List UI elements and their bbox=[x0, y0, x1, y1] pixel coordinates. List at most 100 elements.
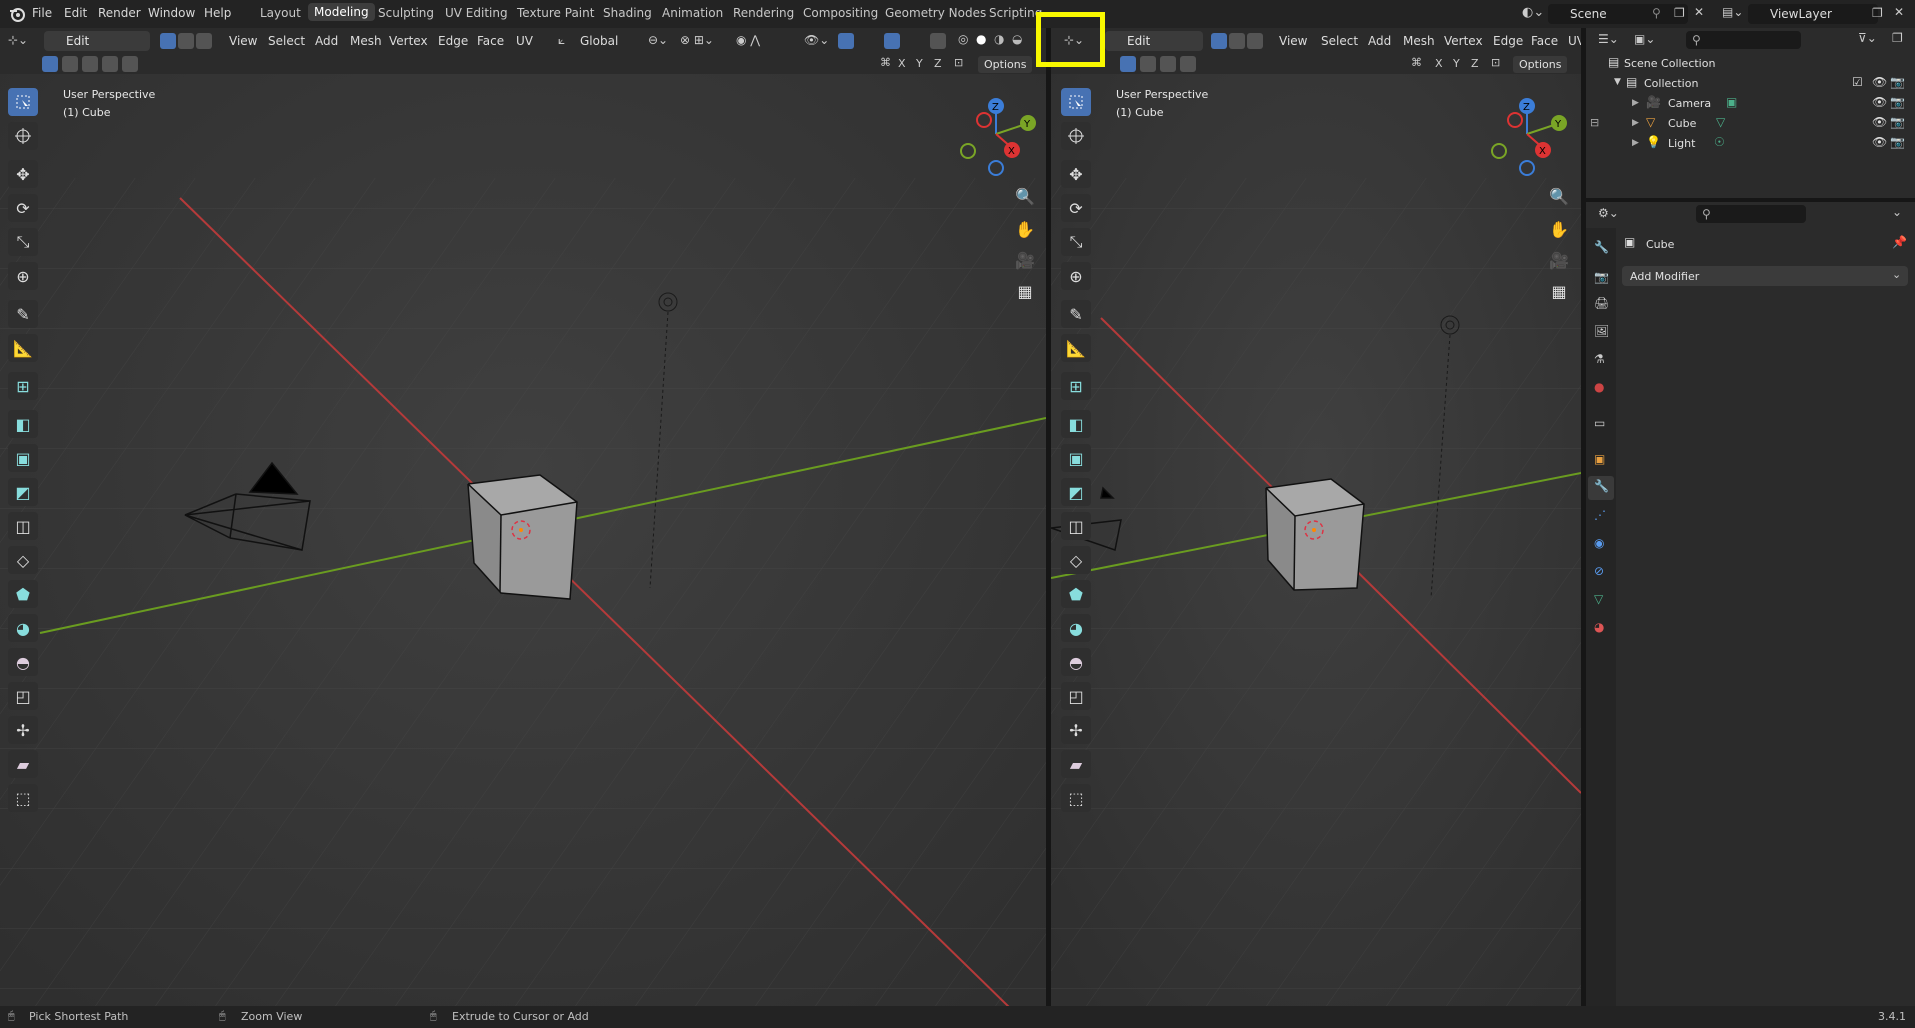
delete-view-layer-icon[interactable]: ✕ bbox=[1894, 5, 1904, 19]
camera-render-icon[interactable]: 📷 bbox=[1890, 95, 1905, 109]
mirror-z[interactable]: Z bbox=[934, 57, 942, 70]
menu-edit[interactable]: Edit bbox=[64, 6, 87, 20]
output-tab-icon[interactable]: 🖨 bbox=[1594, 296, 1609, 310]
outliner-collection[interactable]: Collection bbox=[1644, 77, 1698, 90]
shear-tool-icon[interactable]: ▰ bbox=[8, 750, 38, 778]
measure-tool-icon-right[interactable]: 📐 bbox=[1061, 334, 1091, 362]
mirror-x-right[interactable]: X bbox=[1435, 57, 1443, 70]
vertex-select-button[interactable] bbox=[160, 33, 176, 49]
rip-tool-icon-right[interactable]: ⬚ bbox=[1061, 784, 1091, 812]
menu-render[interactable]: Render bbox=[98, 6, 141, 20]
outliner-side-icon[interactable]: ⊟ bbox=[1590, 116, 1599, 129]
face-select-button[interactable] bbox=[196, 33, 212, 49]
viewport-left[interactable]: ⊹⌄ Edit Mode View Select Add Mesh Vertex… bbox=[0, 28, 1046, 1006]
inset-tool-icon-right[interactable]: ▣ bbox=[1061, 444, 1091, 472]
cube-expand-icon[interactable]: ▶ bbox=[1632, 118, 1639, 128]
annotate-tool-icon-right[interactable]: ✎ bbox=[1061, 300, 1091, 328]
navigation-gizmo-right[interactable]: Z Y X bbox=[1481, 88, 1571, 178]
rotate-tool-icon-right[interactable]: ⟳ bbox=[1061, 194, 1091, 222]
view-layer-icon[interactable]: ▤⌄ bbox=[1722, 5, 1743, 19]
move-tool-icon[interactable]: ✥ bbox=[8, 160, 38, 188]
outliner-item-light[interactable]: Light bbox=[1668, 137, 1695, 150]
knife-tool-icon[interactable]: ◇ bbox=[8, 546, 38, 574]
select-mode-intersect-button[interactable] bbox=[122, 56, 138, 72]
scale-tool-icon-right[interactable]: ⤡ bbox=[1061, 228, 1091, 256]
menu-window[interactable]: Window bbox=[148, 6, 195, 20]
proportional-edit-icon[interactable]: ◉ ⋀ bbox=[736, 33, 760, 47]
inset-tool-icon[interactable]: ▣ bbox=[8, 444, 38, 472]
menu-file[interactable]: File bbox=[32, 6, 52, 20]
tab-compositing[interactable]: Compositing bbox=[803, 6, 878, 20]
shrink-fatten-tool-icon-right[interactable]: ✢ bbox=[1061, 716, 1091, 744]
new-scene-icon[interactable]: ❐ bbox=[1674, 6, 1685, 20]
bevel-tool-icon-right[interactable]: ◩ bbox=[1061, 478, 1091, 506]
select-mode-subtract-button-right[interactable] bbox=[1160, 56, 1176, 72]
menu-help[interactable]: Help bbox=[204, 6, 231, 20]
ortho-grid-icon[interactable]: ▦ bbox=[1011, 277, 1039, 305]
outliner-search-input[interactable]: ⚲ bbox=[1686, 31, 1801, 49]
options-button-right[interactable]: Options bbox=[1513, 56, 1568, 73]
select-mode-new-button-right[interactable] bbox=[1120, 56, 1136, 72]
move-tool-icon-right[interactable]: ✥ bbox=[1061, 160, 1091, 188]
filter-icon[interactable]: ⊽⌄ bbox=[1858, 31, 1877, 45]
rip-tool-icon[interactable]: ⬚ bbox=[8, 784, 38, 812]
mirror-icon-right[interactable]: ⌘ bbox=[1411, 56, 1422, 69]
spin-tool-icon-right[interactable]: ◕ bbox=[1061, 614, 1091, 642]
scene-tab-icon[interactable]: ⚗ bbox=[1594, 352, 1605, 366]
mirror-z-right[interactable]: Z bbox=[1471, 57, 1479, 70]
edge-select-button[interactable] bbox=[178, 33, 194, 49]
collection-expand-icon[interactable]: ▼ bbox=[1614, 77, 1621, 87]
menu-face[interactable]: Face bbox=[477, 34, 504, 48]
collection-camera-icon[interactable]: 📷 bbox=[1890, 75, 1905, 89]
particles-tab-icon[interactable]: ⋰ bbox=[1594, 508, 1606, 522]
light-data-icon[interactable]: ☉ bbox=[1714, 135, 1725, 149]
menu-view[interactable]: View bbox=[229, 34, 257, 48]
select-mode-extend-button[interactable] bbox=[62, 56, 78, 72]
knife-tool-icon-right[interactable]: ◇ bbox=[1061, 546, 1091, 574]
tool-tab-icon[interactable]: 🔧 bbox=[1594, 240, 1609, 254]
constraints-tab-icon[interactable]: ⊘ bbox=[1594, 564, 1604, 578]
cube-eye-icon[interactable]: 👁 bbox=[1872, 115, 1887, 129]
physics-tab-icon[interactable]: ◉ bbox=[1594, 536, 1604, 550]
tab-uv-editing[interactable]: UV Editing bbox=[445, 6, 508, 20]
select-mode-invert-button-right[interactable] bbox=[1180, 56, 1196, 72]
transform-tool-icon[interactable]: ⊕ bbox=[8, 262, 38, 290]
menu-add-right[interactable]: Add bbox=[1368, 34, 1391, 48]
edge-select-button-right[interactable] bbox=[1229, 33, 1245, 49]
collection-tab-icon[interactable]: ▭ bbox=[1594, 416, 1605, 430]
loop-cut-tool-icon[interactable]: ◫ bbox=[8, 512, 38, 540]
camera-eye-icon[interactable]: 👁 bbox=[1872, 95, 1887, 109]
menu-edge[interactable]: Edge bbox=[438, 34, 468, 48]
edge-slide-tool-icon[interactable]: ◰ bbox=[8, 682, 38, 710]
properties-editor-icon[interactable]: ⚙⌄ bbox=[1598, 206, 1619, 220]
add-cube-tool-icon[interactable]: ⊞ bbox=[8, 372, 38, 400]
menu-add[interactable]: Add bbox=[315, 34, 338, 48]
pan-hand-icon[interactable]: ✋ bbox=[1011, 215, 1039, 243]
object-tab-icon[interactable]: ▣ bbox=[1594, 452, 1605, 466]
new-collection-icon[interactable]: ❐ bbox=[1892, 31, 1903, 45]
shear-tool-icon-right[interactable]: ▰ bbox=[1061, 750, 1091, 778]
smooth-tool-icon-right[interactable]: ◓ bbox=[1061, 648, 1091, 676]
extrude-tool-icon[interactable]: ◧ bbox=[8, 410, 38, 438]
poly-build-tool-icon-right[interactable]: ⬟ bbox=[1061, 580, 1091, 608]
gizmo-toggle-button[interactable] bbox=[838, 33, 854, 49]
mode-dropdown-right[interactable]: Edit Mode bbox=[1105, 31, 1203, 68]
menu-vertex[interactable]: Vertex bbox=[389, 34, 428, 48]
extrude-tool-icon-right[interactable]: ◧ bbox=[1061, 410, 1091, 438]
shrink-fatten-tool-icon[interactable]: ✢ bbox=[8, 716, 38, 744]
solid-shading-icon[interactable]: ● bbox=[976, 32, 986, 46]
display-mode-icon[interactable]: ▣⌄ bbox=[1634, 32, 1655, 46]
tab-modeling[interactable]: Modeling bbox=[308, 3, 375, 21]
outliner-item-cube[interactable]: Cube bbox=[1668, 117, 1696, 130]
menu-edge-right[interactable]: Edge bbox=[1493, 34, 1523, 48]
material-shading-icon[interactable]: ◑ bbox=[994, 32, 1004, 46]
transform-orientation[interactable]: Global bbox=[580, 34, 618, 48]
auto-merge-icon-right[interactable]: ⊡ bbox=[1491, 56, 1500, 69]
delete-scene-icon[interactable]: ✕ bbox=[1694, 5, 1704, 19]
overlay-toggle-button[interactable] bbox=[884, 33, 900, 49]
pivot-icon[interactable]: ⊖⌄ bbox=[648, 33, 668, 47]
mirror-y-right[interactable]: Y bbox=[1453, 57, 1460, 70]
data-tab-icon[interactable]: ▽ bbox=[1594, 592, 1603, 606]
menu-uv-right[interactable]: UV bbox=[1568, 34, 1581, 48]
loop-cut-tool-icon-right[interactable]: ◫ bbox=[1061, 512, 1091, 540]
